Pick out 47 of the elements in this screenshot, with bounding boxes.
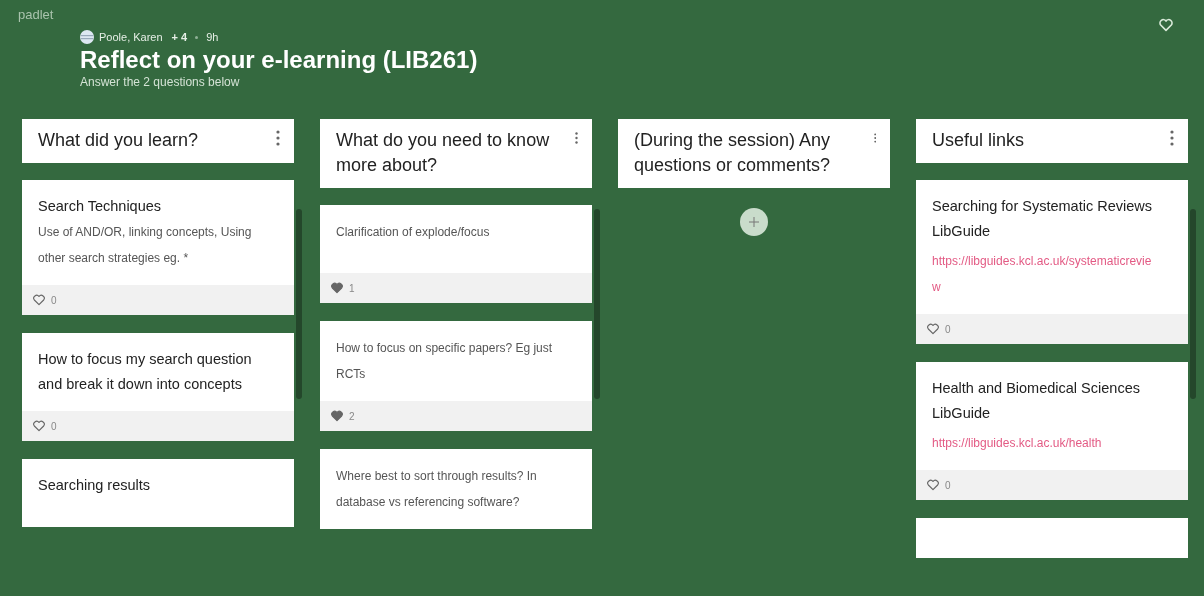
board-title: Reflect on your e-learning (LIB261): [80, 46, 479, 74]
heart-icon[interactable]: [926, 478, 940, 492]
post-link[interactable]: https://libguides.kcl.ac.uk/health: [932, 430, 1152, 456]
post-link[interactable]: https://libguides.kcl.ac.uk/systematicreview: [932, 248, 1152, 300]
contributor-count: + 4: [171, 31, 188, 43]
post-card[interactable]: Searching results: [22, 459, 294, 527]
board-subtitle: Answer the 2 questions below: [80, 75, 241, 89]
app-logo[interactable]: padlet: [18, 6, 54, 22]
post-card[interactable]: Searching for Systematic Reviews LibGuide https://libguides.kcl.ac.uk/systematicreview 0: [916, 180, 1188, 344]
like-count: 0: [945, 323, 951, 335]
post-text: Where best to sort through results? In database vs referencing software?: [336, 468, 538, 511]
post-age: 9h: [206, 31, 219, 43]
more-options-icon[interactable]: [1170, 130, 1174, 146]
add-post-button[interactable]: [740, 208, 768, 236]
post-title: How to focus my search question and break it down into concepts: [38, 350, 253, 394]
post-card[interactable]: Search Techniques Use of AND/OR, linking concepts, Using other search strategies eg. * 0: [22, 180, 294, 315]
heart-icon[interactable]: [32, 419, 46, 433]
column-title: Useful links: [932, 129, 1025, 152]
post-card[interactable]: How to focus on specific papers? Eg just RCTs 2: [320, 321, 592, 431]
post-title: Searching results: [38, 476, 152, 495]
post-title: Search Techniques: [38, 197, 163, 216]
post-card[interactable]: Where best to sort through results? In database vs referencing software?: [320, 449, 592, 529]
post-card[interactable]: How to focus my search question and break it down into concepts 0: [22, 333, 294, 441]
more-options-icon[interactable]: [575, 130, 578, 146]
filled-heart-icon[interactable]: [330, 409, 344, 423]
post-title: Searching for Systematic Reviews LibGuide: [932, 197, 1152, 241]
column-title: What do you need to know more about?: [336, 129, 551, 177]
plus-icon: [748, 216, 760, 228]
like-count: 0: [945, 479, 951, 491]
heart-icon[interactable]: [926, 322, 940, 336]
like-count: 1: [349, 282, 355, 294]
column-title: (During the session) Any questions or comments?: [634, 129, 832, 177]
like-count: 0: [51, 294, 57, 306]
post-text: Clarification of explode/focus: [336, 224, 491, 241]
author-name: Poole, Karen: [99, 31, 163, 43]
filled-heart-icon[interactable]: [330, 281, 344, 295]
like-count: 0: [51, 420, 57, 432]
more-options-icon[interactable]: [276, 130, 280, 146]
heart-icon[interactable]: [32, 293, 46, 307]
post-text: Use of AND/OR, linking concepts, Using other search strategies eg. *: [38, 224, 253, 267]
post-text: How to focus on specific papers? Eg just RCTs: [336, 340, 554, 383]
column-title: What did you learn?: [38, 129, 199, 152]
post-card[interactable]: Health and Biomedical Sciences LibGuide https://libguides.kcl.ac.uk/health 0: [916, 362, 1188, 500]
avatar-icon: [80, 30, 94, 44]
post-card[interactable]: Clarification of explode/focus 1: [320, 205, 592, 303]
like-count: 2: [349, 410, 355, 422]
post-title: Health and Biomedical Sciences LibGuide: [932, 379, 1141, 423]
